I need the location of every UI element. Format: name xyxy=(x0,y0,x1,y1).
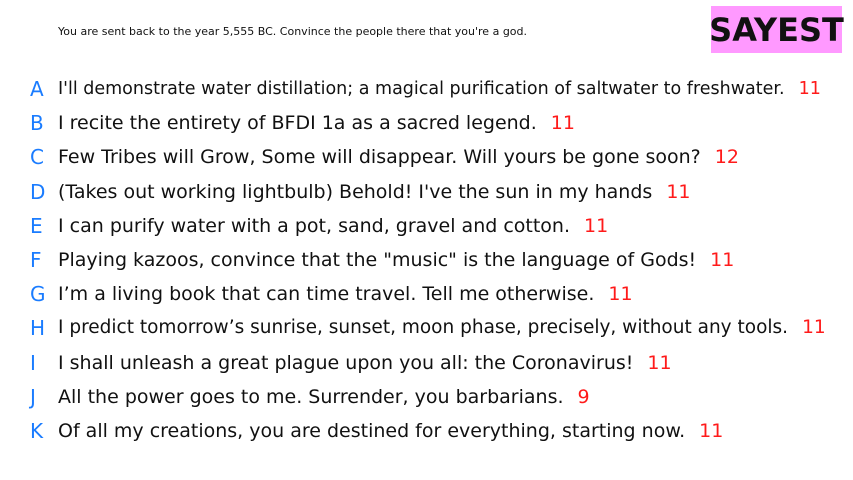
response-text: I predict tomorrow’s sunrise, sunset, mo… xyxy=(58,314,826,342)
response-score: 11 xyxy=(798,79,821,100)
response-letter: B xyxy=(30,111,44,136)
response-text: I can purify water with a pot, sand, gra… xyxy=(58,212,608,240)
response-row: D (Takes out working lightbulb) Behold! … xyxy=(0,175,853,209)
response-score: 9 xyxy=(577,385,590,408)
response-body: Of all my creations, you are destined fo… xyxy=(58,419,686,442)
response-score: 11 xyxy=(550,112,575,135)
response-score: 11 xyxy=(699,419,724,442)
response-letter: E xyxy=(30,213,43,238)
response-row: B I recite the entirety of BFDI 1a as a … xyxy=(0,106,853,140)
response-letter: G xyxy=(30,282,46,307)
response-letter: C xyxy=(30,145,44,170)
response-row: H I predict tomorrow’s sunrise, sunset, … xyxy=(0,311,853,345)
response-text: I’m a living book that can time travel. … xyxy=(58,280,633,308)
sayest-badge: SAYEST xyxy=(709,6,844,53)
response-letter: K xyxy=(30,418,44,443)
response-text: All the power goes to me. Surrender, you… xyxy=(58,383,590,411)
response-row: G I’m a living book that can time travel… xyxy=(0,277,853,311)
response-text: (Takes out working lightbulb) Behold! I'… xyxy=(58,178,691,206)
response-body: I'll demonstrate water distillation; a m… xyxy=(58,79,785,100)
response-score: 11 xyxy=(666,180,691,203)
response-text: I shall unleash a great plague upon you … xyxy=(58,349,672,377)
prompt-text: You are sent back to the year 5,555 BC. … xyxy=(58,25,528,38)
response-body: I predict tomorrow’s sunrise, sunset, mo… xyxy=(58,317,789,339)
response-letter: A xyxy=(30,77,44,102)
response-score: 11 xyxy=(710,249,735,272)
response-body: I’m a living book that can time travel. … xyxy=(58,283,595,306)
response-letter: H xyxy=(30,316,46,341)
response-letter: J xyxy=(30,384,36,409)
response-score: 11 xyxy=(584,214,609,237)
response-body: Few Tribes will Grow, Some will disappea… xyxy=(58,146,701,169)
response-body: (Takes out working lightbulb) Behold! I'… xyxy=(58,180,653,203)
response-letter: I xyxy=(30,350,36,375)
response-score: 12 xyxy=(714,146,739,169)
response-body: All the power goes to me. Surrender, you… xyxy=(58,385,564,408)
response-body: Playing kazoos, convince that the "music… xyxy=(58,249,697,272)
response-row: E I can purify water with a pot, sand, g… xyxy=(0,209,853,243)
response-list: A I'll demonstrate water distillation; a… xyxy=(0,72,853,448)
response-text: I recite the entirety of BFDI 1a as a sa… xyxy=(58,109,575,137)
response-text: I'll demonstrate water distillation; a m… xyxy=(58,75,821,103)
response-body: I can purify water with a pot, sand, gra… xyxy=(58,214,571,237)
response-row: K Of all my creations, you are destined … xyxy=(0,414,853,448)
response-score: 11 xyxy=(802,317,826,339)
response-row: A I'll demonstrate water distillation; a… xyxy=(0,72,853,106)
response-text: Few Tribes will Grow, Some will disappea… xyxy=(58,143,739,171)
response-letter: D xyxy=(30,179,46,204)
response-row: C Few Tribes will Grow, Some will disapp… xyxy=(0,140,853,174)
response-row: F Playing kazoos, convince that the "mus… xyxy=(0,243,853,277)
response-row: J All the power goes to me. Surrender, y… xyxy=(0,380,853,414)
response-text: Of all my creations, you are destined fo… xyxy=(58,417,723,445)
response-body: I shall unleash a great plague upon you … xyxy=(58,351,634,374)
response-letter: F xyxy=(30,248,42,273)
response-score: 11 xyxy=(608,283,633,306)
response-body: I recite the entirety of BFDI 1a as a sa… xyxy=(58,112,537,135)
response-text: Playing kazoos, convince that the "music… xyxy=(58,246,734,274)
response-row: I I shall unleash a great plague upon yo… xyxy=(0,346,853,380)
response-score: 11 xyxy=(647,351,672,374)
